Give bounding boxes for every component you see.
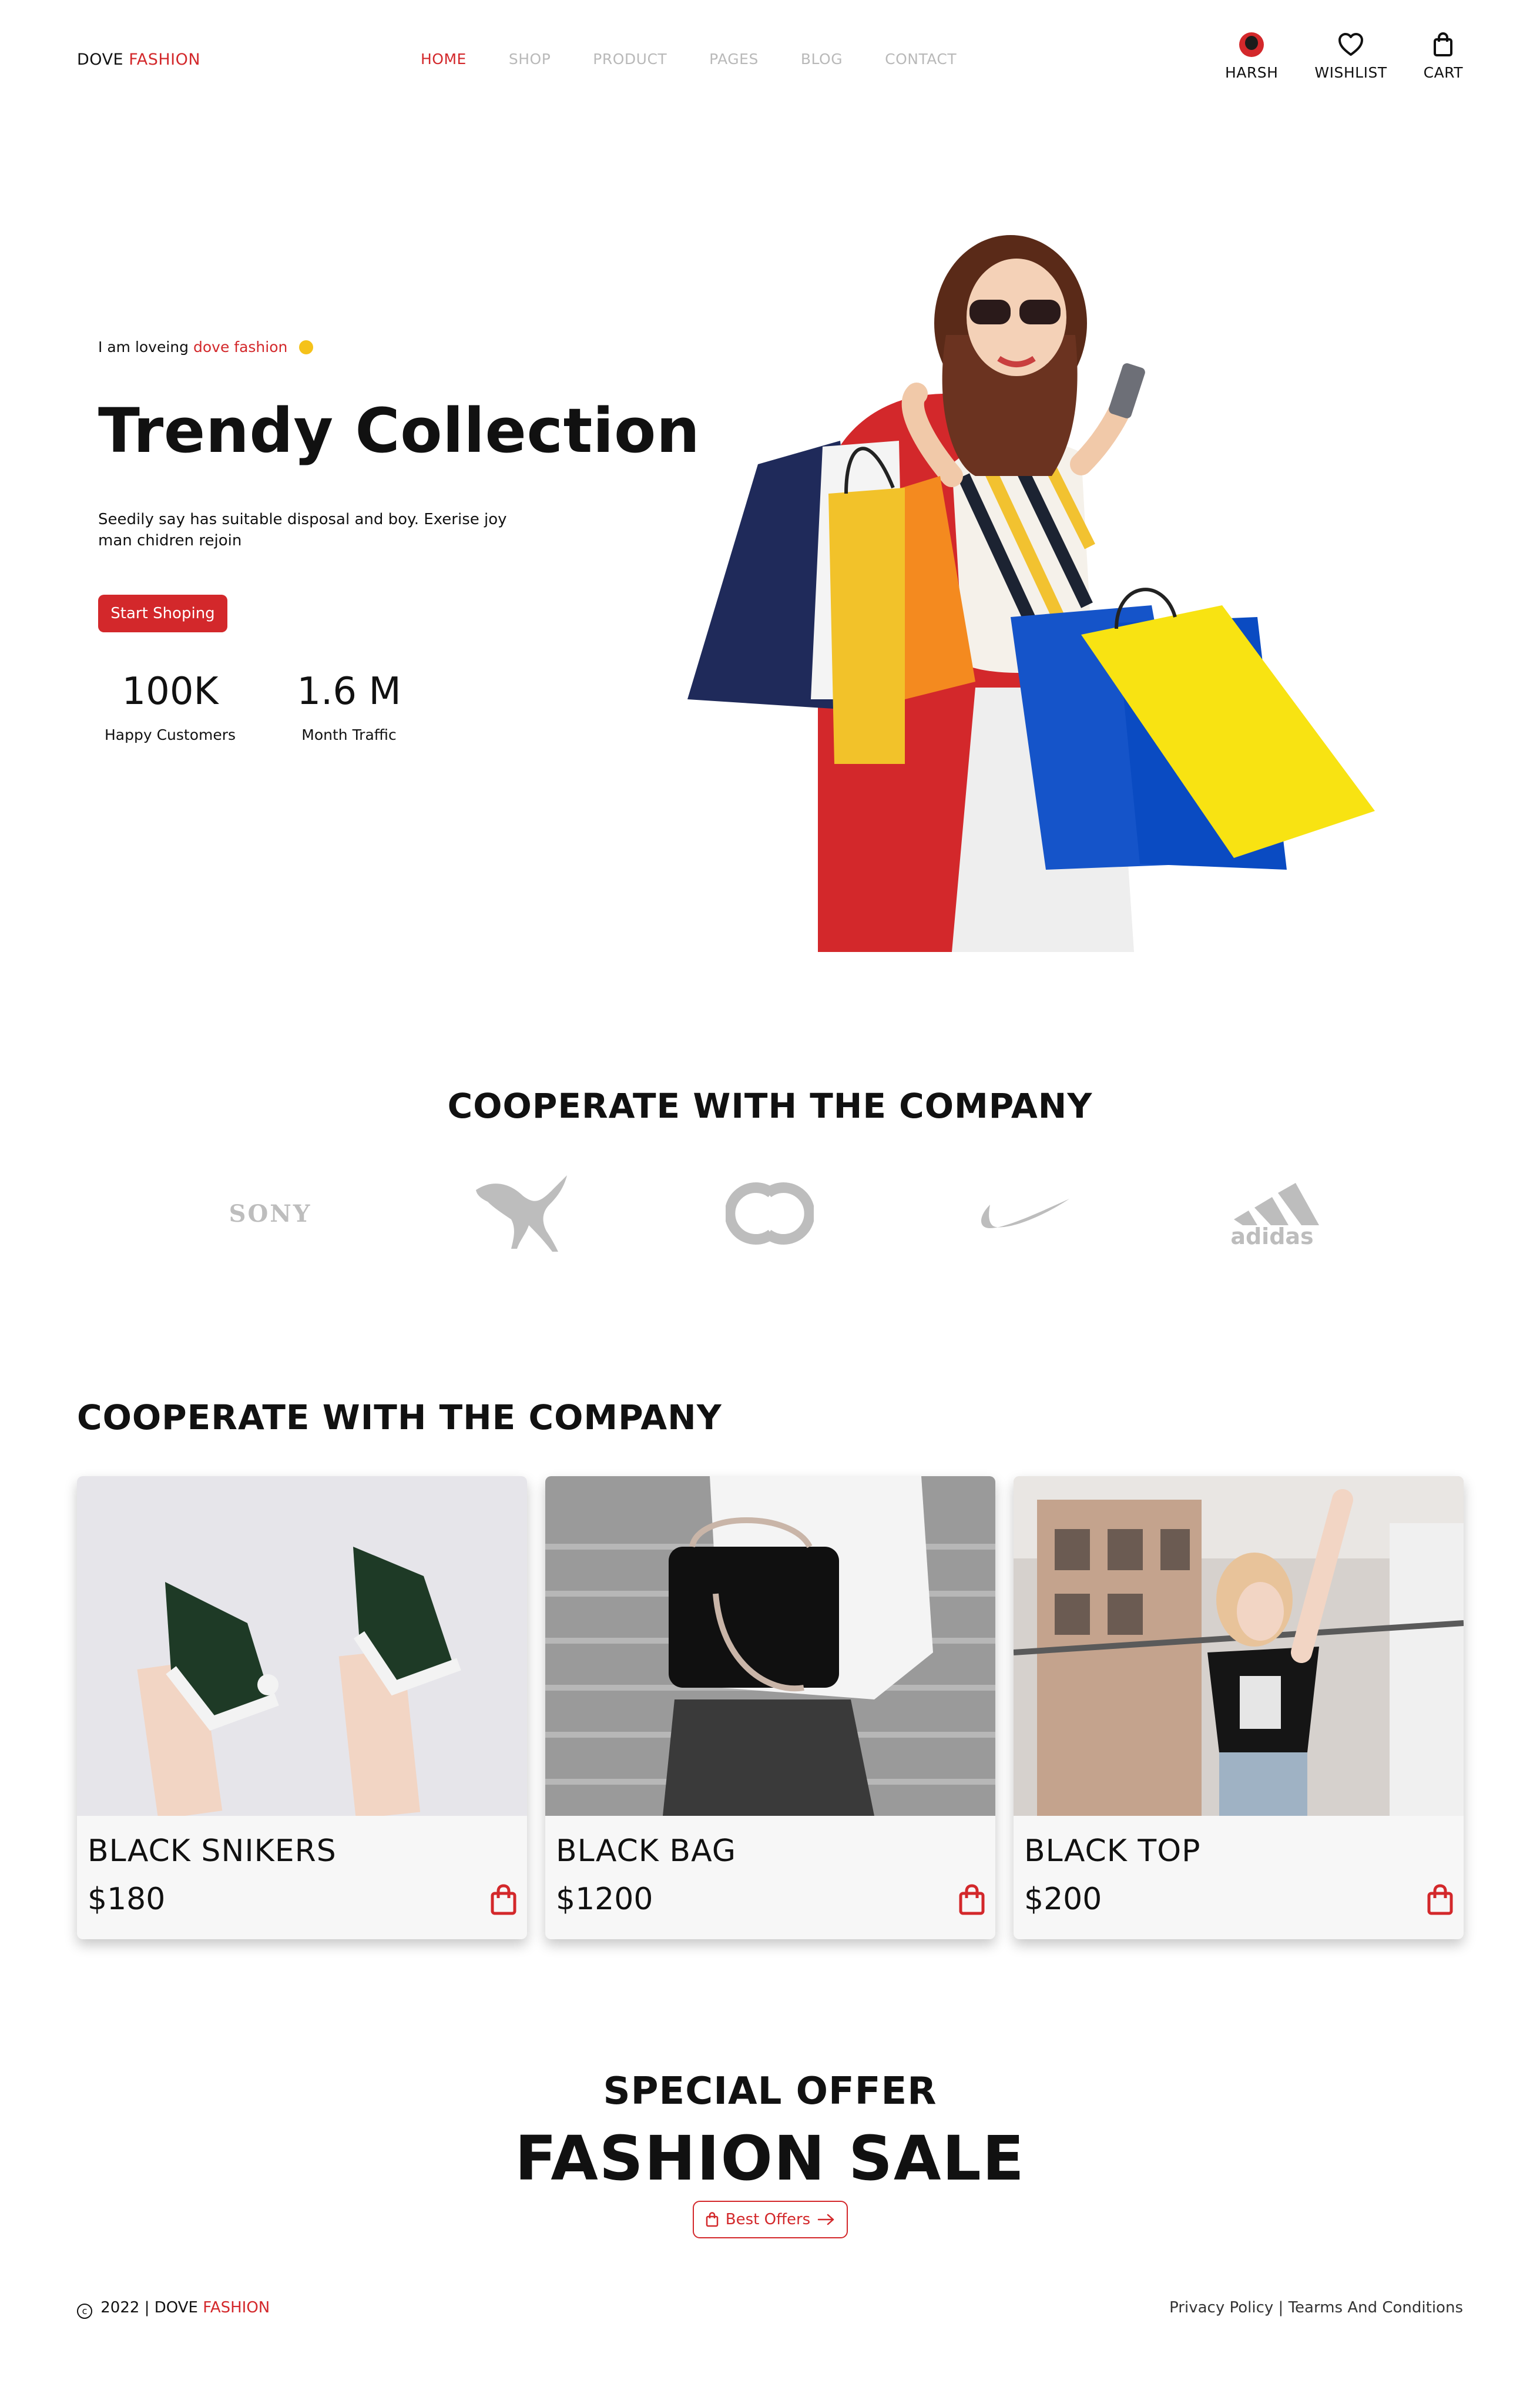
privacy-policy-link[interactable]: Privacy Policy xyxy=(1169,2299,1273,2317)
hero-tagline-accent: dove fashion xyxy=(193,338,288,356)
user-label: HARSH xyxy=(1224,64,1279,81)
cart-label: CART xyxy=(1423,64,1463,81)
product-card[interactable]: BLACK SNIKERS $180 xyxy=(77,1476,527,1939)
stat-month-traffic: 1.6 M Month Traffic xyxy=(290,670,408,743)
puma-logo xyxy=(467,1169,573,1258)
site-header: DOVE FASHION HOME SHOP PRODUCT PAGES BLO… xyxy=(0,0,1540,118)
start-shopping-button[interactable]: Start Shoping xyxy=(98,595,227,632)
chanel-cc-icon xyxy=(726,1182,814,1245)
product-price: $200 xyxy=(1024,1882,1102,1917)
chanel-logo xyxy=(723,1169,817,1258)
stat-value: 1.6 M xyxy=(297,670,401,713)
stat-happy-customers: 100K Happy Customers xyxy=(98,670,242,743)
cart-button[interactable]: CART xyxy=(1424,32,1463,81)
best-offers-label: Best Offers xyxy=(725,2211,811,2228)
nav-product[interactable]: PRODUCT xyxy=(593,51,667,68)
footer-links: Privacy Policy | Tearms And Conditions xyxy=(1169,2299,1463,2317)
stat-label: Happy Customers xyxy=(104,726,236,743)
product-price: $1200 xyxy=(556,1882,653,1917)
logo-accent: FASHION xyxy=(129,51,201,69)
adidas-stripes-icon: adidas xyxy=(1230,1183,1319,1249)
add-to-cart-button[interactable] xyxy=(955,1884,988,1917)
smile-emoji-icon xyxy=(299,340,314,354)
stat-value: 100K xyxy=(122,670,219,713)
product-name: BLACK BAG xyxy=(556,1833,737,1869)
wishlist-label: WISHLIST xyxy=(1314,64,1387,81)
shopping-bag-icon xyxy=(491,1884,516,1915)
product-name: BLACK TOP xyxy=(1024,1833,1201,1869)
hero-title: Trendy Collection xyxy=(98,395,700,467)
nav-blog[interactable]: BLOG xyxy=(801,51,843,68)
products-title: COOPERATE WITH THE COMPANY xyxy=(77,1397,722,1437)
sony-logo: SONY xyxy=(217,1169,323,1258)
copyright: c 2022 | DOVE FASHION xyxy=(77,2299,270,2319)
nike-swoosh-icon xyxy=(981,1199,1069,1228)
product-image-top xyxy=(1014,1476,1464,1816)
nav-shop[interactable]: SHOP xyxy=(509,51,551,68)
product-card[interactable]: BLACK TOP $200 xyxy=(1014,1476,1464,1939)
adidas-logo: adidas xyxy=(1219,1169,1325,1258)
user-account-button[interactable]: HARSH xyxy=(1225,32,1278,81)
footer-link-separator: | xyxy=(1278,2299,1284,2317)
footer-brand-main: DOVE xyxy=(154,2299,198,2317)
shopping-bag-icon xyxy=(1427,1884,1453,1915)
adidas-logo-text: adidas xyxy=(1230,1223,1313,1249)
product-card[interactable]: BLACK BAG $1200 xyxy=(545,1476,995,1939)
product-name: BLACK SNIKERS xyxy=(88,1833,337,1869)
terms-link[interactable]: Tearms And Conditions xyxy=(1289,2299,1463,2317)
nike-logo xyxy=(969,1169,1075,1258)
shopping-bag-icon xyxy=(1434,32,1453,56)
sony-logo-text: SONY xyxy=(229,1199,312,1228)
add-to-cart-button[interactable] xyxy=(1424,1884,1457,1917)
nav-contact[interactable]: CONTACT xyxy=(885,51,957,68)
brands-title: COOPERATE WITH THE COMPANY xyxy=(447,1086,1093,1126)
brand-logo-row: SONY adidas xyxy=(0,1169,1540,1263)
site-logo[interactable]: DOVE FASHION xyxy=(77,51,200,69)
best-offers-button[interactable]: Best Offers xyxy=(693,2201,848,2238)
avatar xyxy=(1239,32,1264,57)
offer-subtitle: SPECIAL OFFER xyxy=(603,2070,937,2113)
shopping-bag-icon xyxy=(706,2212,719,2227)
nav-pages[interactable]: PAGES xyxy=(709,51,759,68)
copyright-year: 2022 xyxy=(100,2299,140,2317)
arrow-right-icon xyxy=(817,2214,834,2225)
wishlist-button[interactable]: WISHLIST xyxy=(1314,32,1387,81)
copyright-icon: c xyxy=(77,2304,92,2319)
product-image-sneakers xyxy=(77,1476,527,1816)
heart-icon xyxy=(1338,33,1363,56)
header-actions: HARSH WISHLIST CART xyxy=(1225,32,1463,81)
offer-title: FASHION SALE xyxy=(515,2123,1025,2194)
product-card-list: BLACK SNIKERS $180 BLACK BAG $1200 BLACK… xyxy=(77,1476,1464,1940)
logo-main: DOVE xyxy=(77,51,124,69)
puma-cat-icon xyxy=(476,1175,567,1252)
hero-tagline-prefix: I am loveing xyxy=(98,338,189,356)
hero-description: Seedily say has suitable disposal and bo… xyxy=(98,511,507,549)
hero-tagline: I am loveing dove fashion xyxy=(98,338,314,356)
hero-model-image xyxy=(687,235,1375,952)
stat-label: Month Traffic xyxy=(301,726,397,743)
nav-home[interactable]: HOME xyxy=(421,51,467,68)
footer-brand-accent: FASHION xyxy=(203,2299,270,2317)
product-price: $180 xyxy=(88,1882,166,1917)
product-image-bag xyxy=(545,1476,995,1816)
add-to-cart-button[interactable] xyxy=(487,1884,520,1917)
main-nav: HOME SHOP PRODUCT PAGES BLOG CONTACT xyxy=(421,51,999,68)
copyright-separator: | xyxy=(144,2299,150,2317)
shopping-bag-icon xyxy=(959,1884,985,1915)
